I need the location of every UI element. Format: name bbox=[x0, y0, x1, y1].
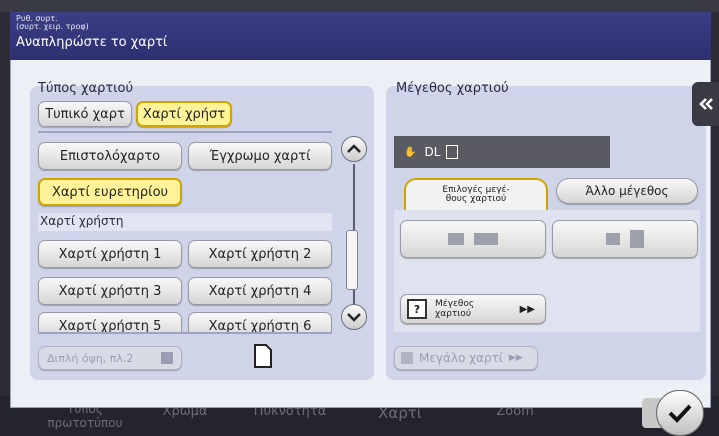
paper-size-button-text: Μέγεθος χαρτιού bbox=[435, 299, 474, 319]
duplex-indicator-icon bbox=[161, 352, 173, 364]
collapse-arrow-icon[interactable] bbox=[692, 82, 719, 126]
current-size-value: DL bbox=[424, 145, 441, 159]
duplex-label: Διπλή όψη, πλ.2 bbox=[47, 351, 134, 365]
paper-size-small-icon bbox=[446, 145, 459, 159]
user-paper-4-button[interactable]: Χαρτί χρήστη 4 bbox=[188, 277, 332, 305]
size-option-2-glyph-2 bbox=[630, 230, 644, 248]
user-paper-1-button[interactable]: Χαρτί χρήστη 1 bbox=[38, 240, 182, 268]
paper-size-button-line2: χαρτιού bbox=[435, 309, 472, 319]
user-paper-2-button[interactable]: Χαρτί χρήστη 2 bbox=[188, 240, 332, 268]
color-paper-button[interactable]: Έγχρωμο χαρτί bbox=[188, 142, 332, 170]
user-paper-6-button[interactable]: Χαρτί χρήστη 6 bbox=[188, 312, 332, 332]
current-size-display: ✋ DL bbox=[394, 136, 610, 168]
size-option-2-button[interactable] bbox=[552, 220, 698, 258]
user-paper-5-button[interactable]: Χαρτί χρήστη 5 bbox=[38, 312, 182, 332]
large-paper-checkbox bbox=[401, 352, 413, 364]
tab-size-options-line2: θους χαρτιού bbox=[445, 194, 507, 204]
background-top-strip bbox=[0, 0, 719, 12]
size-option-1-glyph bbox=[448, 233, 464, 245]
paper-size-icon: ? bbox=[407, 299, 427, 319]
size-option-1-glyph-2 bbox=[474, 233, 498, 245]
tab-size-options[interactable]: Επιλογές μεγέ- θους χαρτιού bbox=[404, 178, 548, 210]
user-paper-3-button[interactable]: Χαρτί χρήστη 3 bbox=[38, 277, 182, 305]
document-icon bbox=[254, 344, 272, 372]
paper-type-label: Τύπος χαρτιού bbox=[38, 81, 134, 96]
size-option-1-button[interactable] bbox=[400, 220, 546, 258]
paper-size-button-line1: Μέγεθος bbox=[435, 299, 475, 309]
hand-icon: ✋ bbox=[404, 146, 417, 158]
double-arrow-icon: ▶▶ bbox=[508, 353, 523, 363]
size-option-2-glyph bbox=[606, 233, 620, 245]
index-paper-button[interactable]: Χαρτί ευρετηρίου bbox=[38, 178, 182, 206]
paper-size-label: Μέγεθος χαρτιού bbox=[396, 81, 509, 96]
user-paper-row-clip: Χαρτί χρήστη 5 Χαρτί χρήστη 6 bbox=[38, 312, 332, 332]
breadcrumb-line2: (συρτ. χειρ. τροφ) bbox=[16, 22, 89, 31]
scroll-thumb[interactable] bbox=[346, 230, 358, 290]
letterhead-button[interactable]: Επιστολόχαρτο bbox=[38, 142, 182, 170]
scroll-down-icon[interactable] bbox=[341, 304, 367, 330]
tab-standard-paper[interactable]: Τυπικό χαρτ bbox=[38, 101, 132, 127]
large-paper-label: Μεγάλο χαρτί bbox=[419, 351, 503, 365]
user-paper-section-label: Χαρτί χρήστη bbox=[40, 214, 124, 228]
large-paper-button: Μεγάλο χαρτί ▶▶ bbox=[394, 346, 538, 370]
list-bottom-divider bbox=[38, 332, 332, 334]
tab-other-size[interactable]: Άλλο μέγεθος bbox=[556, 178, 698, 204]
dialog-title: Αναπληρώστε το χαρτί bbox=[16, 35, 168, 50]
tab-divider bbox=[38, 131, 332, 133]
tab-user-paper[interactable]: Χαρτί χρήστ bbox=[136, 101, 232, 127]
double-arrow-icon: ▶▶ bbox=[519, 303, 535, 315]
scroll-up-icon[interactable] bbox=[341, 136, 367, 162]
bg-tab-line: πρωτοτύπου bbox=[47, 416, 123, 430]
checkmark-icon[interactable] bbox=[656, 390, 704, 436]
duplex-side2-button: Διπλή όψη, πλ.2 bbox=[38, 346, 182, 370]
paper-size-button[interactable]: ? Μέγεθος χαρτιού ▶▶ bbox=[400, 294, 546, 324]
